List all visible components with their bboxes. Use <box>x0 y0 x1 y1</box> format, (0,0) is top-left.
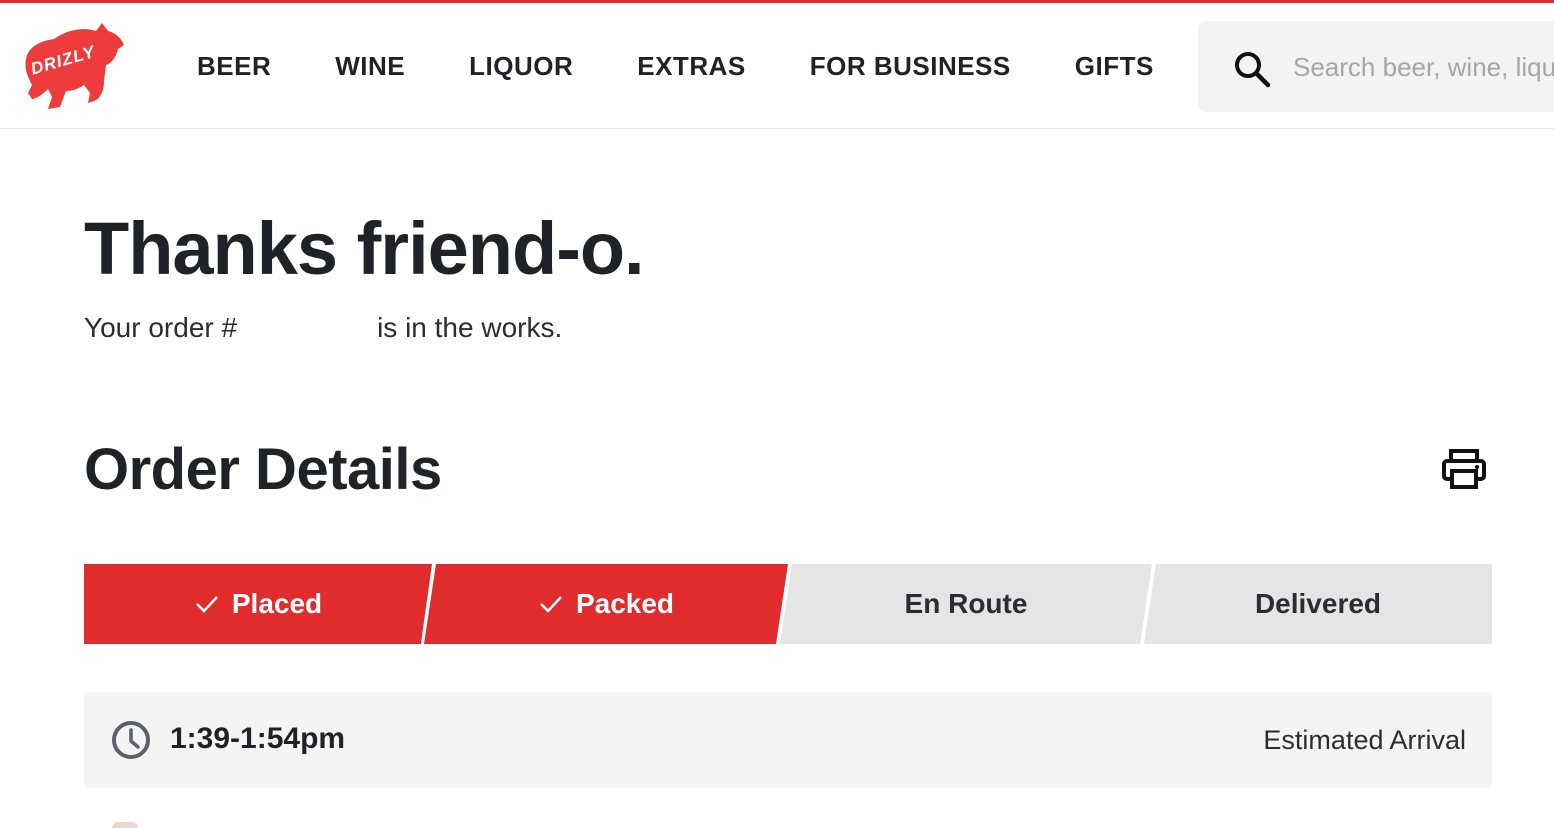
eta-time: 1:39-1:54pm <box>170 722 346 755</box>
main-nav: BEER WINE LIQUOR EXTRAS FOR BUSINESS GIF… <box>197 51 1154 82</box>
check-icon <box>540 596 562 613</box>
eta-label: Estimated Arrival <box>1263 725 1466 755</box>
nav-wine[interactable]: WINE <box>335 51 405 82</box>
nav-extras[interactable]: EXTRAS <box>637 51 745 82</box>
search-bar[interactable] <box>1198 21 1554 112</box>
nav-beer[interactable]: BEER <box>197 51 271 82</box>
order-details-title: Order Details <box>84 437 442 502</box>
order-status-line: Your order # is in the works. <box>84 312 562 344</box>
drizly-logo[interactable]: DRIZLY <box>18 19 128 115</box>
search-input[interactable] <box>1293 49 1554 85</box>
estimated-arrival-panel: 1:39-1:54pm Estimated Arrival <box>84 692 1492 788</box>
next-section-avatar-peek <box>112 822 138 828</box>
order-suffix: is in the works. <box>377 312 563 343</box>
step-en-route: En Route <box>780 564 1152 644</box>
step-placed: Placed <box>84 564 432 644</box>
nav-gifts[interactable]: GIFTS <box>1075 51 1154 82</box>
step-label: En Route <box>904 588 1028 619</box>
order-prefix: Your order # <box>84 312 238 343</box>
step-label: Placed <box>231 588 323 619</box>
step-label: Packed <box>575 588 675 619</box>
order-progress-tracker: Placed Packed En Route Delivered <box>84 564 1492 644</box>
nav-for-business[interactable]: FOR BUSINESS <box>810 51 1011 82</box>
step-packed: Packed <box>424 564 788 644</box>
step-label: Delivered <box>1254 588 1382 619</box>
check-icon <box>195 596 218 613</box>
print-icon[interactable] <box>1440 447 1488 491</box>
step-delivered: Delivered <box>1144 564 1492 644</box>
clock-icon <box>112 721 150 759</box>
search-icon[interactable] <box>1232 49 1272 89</box>
nav-liquor[interactable]: LIQUOR <box>469 51 573 82</box>
site-header: DRIZLY BEER WINE LIQUOR EXTRAS FOR BUSIN… <box>0 3 1554 129</box>
confirmation-heading: Thanks friend-o. <box>84 207 645 290</box>
